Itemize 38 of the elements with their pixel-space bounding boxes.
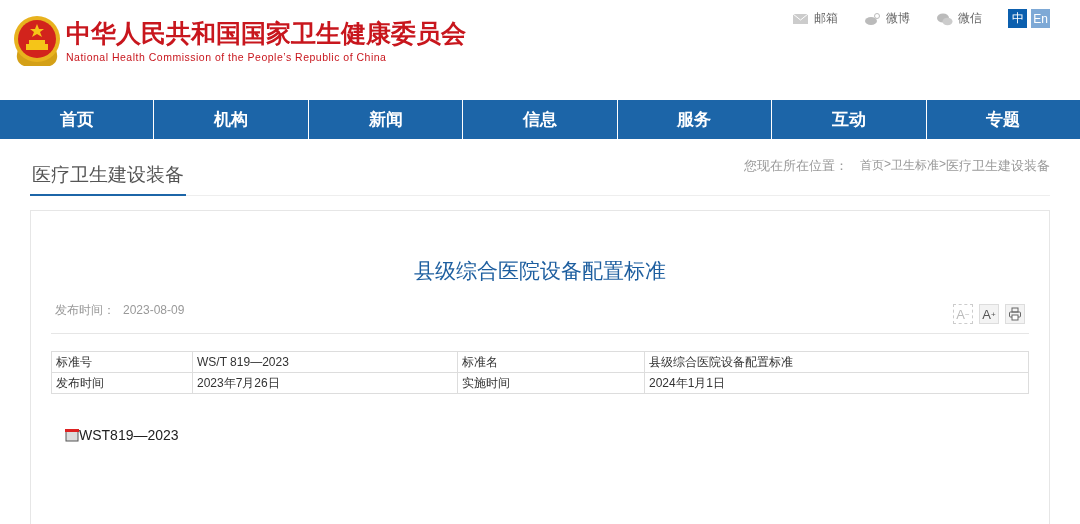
language-button[interactable]: 中 bbox=[1008, 9, 1027, 28]
top-link[interactable]: 邮箱 bbox=[792, 10, 838, 27]
nav-item[interactable]: 信息 bbox=[462, 100, 617, 139]
font-increase-button[interactable]: A$^{+}$ bbox=[979, 304, 999, 324]
section-title: 医疗卫生建设装备 bbox=[30, 154, 186, 196]
table-cell: 标准名 bbox=[457, 351, 645, 373]
nav-item[interactable]: 首页 bbox=[0, 100, 154, 139]
table-cell: WS/T 819—2023 bbox=[192, 351, 458, 373]
top-link[interactable]: 微博 bbox=[864, 10, 910, 27]
table-cell: 实施时间 bbox=[457, 372, 645, 394]
article-title: 县级综合医院设备配置标准 bbox=[413, 258, 667, 284]
nav-item[interactable]: 服务 bbox=[616, 100, 772, 139]
chat-bubbles-icon bbox=[936, 11, 953, 26]
nav-item[interactable]: 新闻 bbox=[307, 100, 463, 139]
breadcrumb-separator: > bbox=[939, 157, 946, 171]
table-cell: 2023年7月26日 bbox=[192, 372, 458, 394]
breadcrumb-label: 您现在所在位置： bbox=[743, 157, 848, 175]
breadcrumb-link[interactable]: 首页 bbox=[859, 157, 884, 174]
table-cell: 2024年1月1日 bbox=[644, 372, 1029, 394]
publish-date: 2023-08-09 bbox=[123, 303, 185, 317]
breadcrumb-separator: > bbox=[883, 157, 891, 171]
table-cell: 县级综合医院设备配置标准 bbox=[644, 351, 1029, 373]
print-icon[interactable] bbox=[1005, 304, 1025, 324]
nav-item[interactable]: 互动 bbox=[771, 100, 926, 139]
breadcrumb-link[interactable]: 医疗卫生建设装备 bbox=[946, 157, 1050, 175]
mail-icon bbox=[792, 11, 809, 26]
nav-item[interactable]: 专题 bbox=[925, 100, 1080, 139]
breadcrumb-link[interactable]: 卫生标准 bbox=[891, 157, 939, 174]
top-link[interactable]: 微信 bbox=[936, 10, 982, 27]
table-cell: 标准号 bbox=[51, 351, 193, 373]
site-title: 中华人民共和国国家卫生健康委员会 bbox=[66, 19, 466, 49]
attachment-link[interactable]: WST819—2023 bbox=[65, 427, 179, 443]
date-label: 发布时间： bbox=[55, 303, 115, 317]
document-icon bbox=[65, 428, 79, 442]
nav-item[interactable]: 机构 bbox=[153, 100, 308, 139]
table-cell: 发布时间 bbox=[51, 372, 193, 394]
site-subtitle: National Health Commission of the People’s Republic of China bbox=[66, 51, 388, 63]
emblem-icon bbox=[12, 14, 62, 68]
